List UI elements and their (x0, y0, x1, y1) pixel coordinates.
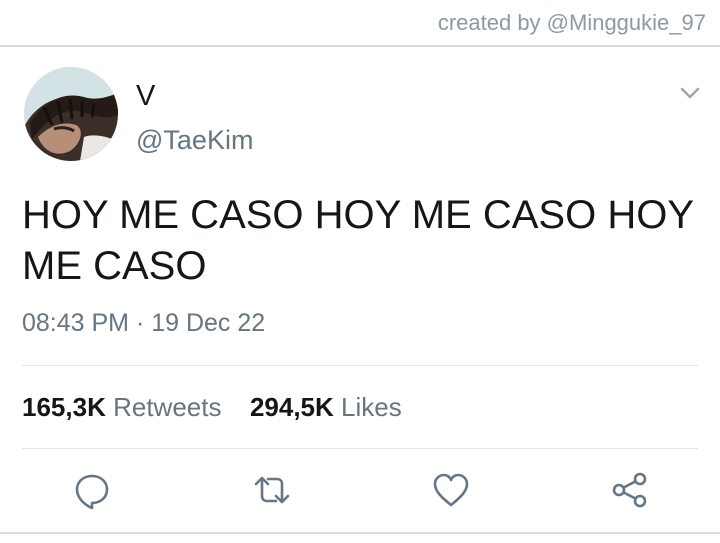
divider (22, 448, 698, 449)
retweets-stat[interactable]: 165,3K Retweets (22, 392, 229, 422)
retweets-label: Retweets (113, 392, 222, 422)
display-name[interactable]: V (136, 80, 155, 113)
divider (22, 365, 698, 366)
tweet-timestamp[interactable]: 08:43 PM · 19 Dec 22 (22, 309, 265, 338)
likes-count: 294,5K (249, 392, 334, 422)
credit-text: created by @Minggukie_97 (437, 10, 706, 35)
share-button[interactable] (610, 470, 650, 510)
chevron-down-icon[interactable] (676, 82, 704, 104)
top-divider (0, 45, 720, 47)
like-button[interactable] (431, 470, 471, 510)
share-icon (612, 472, 647, 508)
likes-label: Likes (341, 392, 402, 422)
avatar[interactable] (24, 67, 118, 161)
likes-stat[interactable]: 294,5K Likes (250, 392, 402, 422)
heart-icon (433, 473, 469, 507)
tweet-screenshot: created by @Minggukie_97 V @TaeKim HOY M… (0, 0, 720, 543)
reply-icon (75, 474, 109, 510)
avatar-image (24, 67, 118, 161)
retweet-button[interactable] (252, 470, 292, 510)
retweets-count: 165,3K (22, 392, 106, 422)
user-handle[interactable]: @TaeKim (136, 125, 253, 156)
retweet-icon (254, 476, 290, 504)
bottom-divider (0, 532, 720, 534)
tweet-text: HOY ME CASO HOY ME CASO HOY ME CASO (22, 193, 694, 288)
reply-button[interactable] (72, 470, 112, 510)
engagement-stats: 165,3K Retweets 294,5K Likes (22, 392, 402, 423)
